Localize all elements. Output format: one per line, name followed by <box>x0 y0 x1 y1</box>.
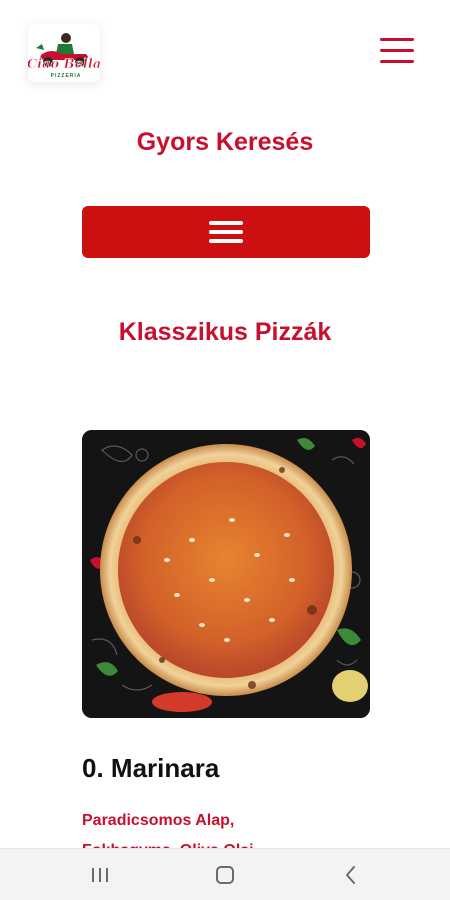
quick-search-title: Gyors Keresés <box>136 128 314 156</box>
recent-apps-icon[interactable] <box>85 861 115 889</box>
ciao-bella-logo[interactable]: Ciao Bella PIZZERIA <box>28 24 100 82</box>
system-navigation-bar <box>0 848 450 900</box>
category-title: Klasszikus Pizzák <box>118 318 332 346</box>
product-name[interactable]: 0. Marinara <box>82 753 219 784</box>
home-icon[interactable] <box>210 861 240 889</box>
back-icon[interactable] <box>336 861 366 889</box>
product-description-line: Paradicsomos Alap, <box>82 812 235 829</box>
quick-search-button[interactable] <box>82 206 370 258</box>
logo-wordmark: Ciao Bella <box>28 57 100 72</box>
pizza-photo <box>82 430 370 718</box>
hamburger-menu-icon <box>209 221 243 243</box>
pizza-image[interactable] <box>82 430 370 718</box>
logo-graphic: Ciao Bella PIZZERIA <box>28 31 100 79</box>
app-screen: Ciao Bella PIZZERIA Gyors Keresés Klassz… <box>0 0 450 900</box>
logo-subtitle: PIZZERIA <box>51 73 82 79</box>
hamburger-menu-icon[interactable] <box>380 38 414 64</box>
header: Ciao Bella PIZZERIA <box>0 0 450 100</box>
